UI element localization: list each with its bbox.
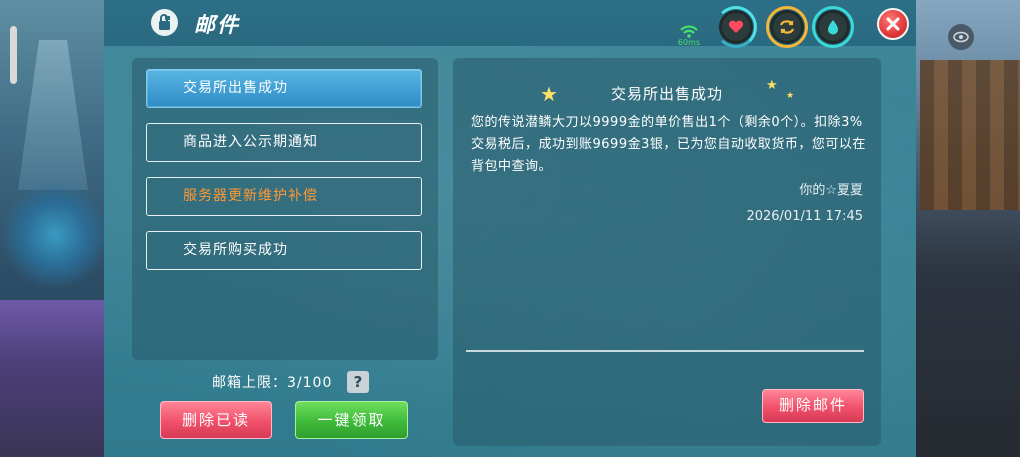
mail-body: 您的传说潜鳞大刀以9999金的单价售出1个（剩余0个）。扣除3%交易税后，成功到… <box>471 115 866 174</box>
mail-item-label: 交易所出售成功 <box>183 80 288 96</box>
swap-icon[interactable] <box>770 10 804 44</box>
background-floor <box>0 300 110 457</box>
side-scroll-handle[interactable] <box>10 26 17 84</box>
mail-icon <box>151 9 178 36</box>
delete-mail-button[interactable]: 删除邮件 <box>762 389 864 423</box>
background-fence <box>920 60 1020 210</box>
background-scene-left <box>0 0 110 457</box>
help-icon[interactable]: ? <box>347 371 369 393</box>
mail-item-label: 商品进入公示期通知 <box>183 134 318 150</box>
mail-list-item[interactable]: 交易所出售成功 <box>146 69 422 108</box>
wifi-icon <box>680 25 698 38</box>
mail-item-label: 服务器更新维护补偿 <box>183 188 318 204</box>
water-drop-icon[interactable] <box>816 10 850 44</box>
mail-list-item[interactable]: 服务器更新维护补偿 <box>146 177 422 216</box>
background-tower <box>18 40 88 190</box>
title-bar: 邮件 60ms <box>104 0 916 48</box>
mail-window: 邮件 60ms 交易所出售成功 商品进入公示期通知 服务器更新维护补偿 交易所购… <box>104 0 916 457</box>
mail-subject: 交易所出售成功 <box>610 85 723 103</box>
mail-detail-panel: ★ ★ ★ 交易所出售成功 您的传说潜鳞大刀以9999金的单价售出1个（剩余0个… <box>453 58 881 446</box>
mail-list-item[interactable]: 商品进入公示期通知 <box>146 123 422 162</box>
eye-icon[interactable] <box>948 24 974 50</box>
mail-sender: 你的☆夏夏 <box>799 183 863 198</box>
close-icon <box>886 17 900 31</box>
network-status: 60ms <box>674 20 704 48</box>
background-scene-right <box>910 0 1020 457</box>
mail-date: 2026/01/11 17:45 <box>746 209 863 224</box>
ping-readout: 60ms <box>677 38 701 47</box>
mail-list-panel: 交易所出售成功 商品进入公示期通知 服务器更新维护补偿 交易所购买成功 <box>132 58 438 360</box>
mail-list-item[interactable]: 交易所购买成功 <box>146 231 422 270</box>
attachment-divider <box>466 350 864 352</box>
close-button[interactable] <box>877 8 909 40</box>
mail-item-label: 交易所购买成功 <box>183 242 288 258</box>
background-coral <box>0 180 110 290</box>
window-title: 邮件 <box>194 13 240 37</box>
claim-all-button[interactable]: 一键领取 <box>295 401 408 439</box>
delete-read-button[interactable]: 删除已读 <box>160 401 272 439</box>
mailbox-limit: 邮箱上限：3/100 <box>212 375 333 391</box>
heart-icon[interactable] <box>719 10 753 44</box>
